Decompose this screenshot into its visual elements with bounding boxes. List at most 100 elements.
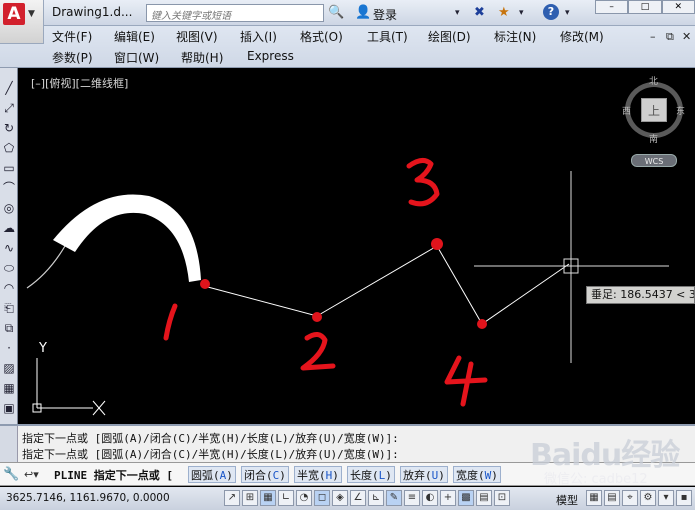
clean-screen-icon[interactable]: ▪ [676,490,692,506]
wcs-menu-button[interactable]: WCS [631,154,677,167]
command-history-line: 指定下一点或 [圆弧(A)/闭合(C)/半宽(H)/长度(L)/放弃(U)/宽度… [22,448,399,461]
lineweight-icon[interactable]: ≡ [404,490,420,506]
viewcube[interactable]: 北 南 东 西 上 WCS [617,76,689,168]
model-tab[interactable]: 模型 [556,492,578,508]
exchange-icon[interactable]: ✖ [474,4,485,22]
snap-mode-icon[interactable]: ⊞ [242,490,258,506]
ucs-icon [32,358,106,416]
menu-insert[interactable]: 插入(I) [240,28,277,45]
menu-express[interactable]: Express [247,49,294,63]
title-bar: A ▼ Drawing1.d... 键入关键字或短语 🔍 👤 登录 ▾ ✖ ★ … [0,0,695,44]
maximize-button[interactable]: □ [628,0,662,14]
command-window-grip[interactable] [0,426,18,464]
dynamic-input-tooltip: 垂足: 186.5437 < 3 [586,286,695,304]
isolate-objects-icon[interactable]: ⊡ [494,490,510,506]
revision-cloud-icon[interactable]: ☁ [1,220,17,236]
object-snap-tracking-icon[interactable]: ∠ [350,490,366,506]
point-tool-icon[interactable]: · [1,340,17,356]
annotation-2 [300,332,336,371]
menu-tools[interactable]: 工具(T) [367,28,408,45]
star-icon[interactable]: ★ [498,4,510,22]
doc-minimize-button[interactable]: – [650,30,656,43]
annotation-4 [444,355,488,407]
quick-view-drawings-icon[interactable]: ▤ [604,490,620,506]
recent-commands-icon[interactable]: ↩▾ [24,468,39,481]
watermark: Baidu经验 微信公: cadbe12 [508,430,693,490]
option-halfwidth[interactable]: 半宽(H) [294,466,342,483]
rectangle-tool-icon[interactable]: ▭ [1,160,17,176]
viewcube-west[interactable]: 西 [622,104,631,117]
menu-window[interactable]: 窗口(W) [114,49,159,66]
quick-properties-icon[interactable]: + [440,490,456,506]
chevron-down-icon[interactable]: ▾ [519,4,524,22]
region-tool-icon[interactable]: ▣ [1,400,17,416]
option-close[interactable]: 闭合(C) [241,466,289,483]
vertex-marker-4 [477,319,487,329]
grid-display-icon[interactable]: ▦ [260,490,276,506]
login-link[interactable]: 登录 [373,6,397,23]
option-length[interactable]: 长度(L) [347,466,395,483]
insert-block-icon[interactable]: ⎗ [1,300,17,316]
customize-wrench-icon[interactable]: 🔧 [3,467,19,482]
application-menu-button[interactable]: A ▼ [0,0,44,44]
construction-line-icon[interactable]: ⤢ [1,100,17,116]
menu-file[interactable]: 文件(F) [52,28,92,45]
binoculars-icon[interactable]: 🔍 [328,4,344,22]
menu-view[interactable]: 视图(V) [176,28,218,45]
menu-parametric[interactable]: 参数(P) [52,49,93,66]
coordinate-readout[interactable]: 3625.7146, 1161.9670, 0.0000 [6,492,170,504]
doc-close-button[interactable]: ✕ [682,30,691,43]
line-tool-icon[interactable]: ╱ [1,80,17,96]
quick-view-layouts-icon[interactable]: ▦ [586,490,602,506]
menu-format[interactable]: 格式(O) [300,28,343,45]
close-button[interactable]: ✕ [661,0,695,14]
option-width[interactable]: 宽度(W) [453,466,501,483]
help-icon[interactable]: ? [543,4,559,20]
menu-edit[interactable]: 编辑(E) [114,28,155,45]
viewcube-east[interactable]: 东 [676,104,685,117]
polyline-tool-icon[interactable]: ↻ [1,120,17,136]
drawing-svg: Y [26,158,669,416]
polygon-tool-icon[interactable]: ⬠ [1,140,17,156]
toolbar-lock-icon[interactable]: ▾ [658,490,674,506]
ucs-y-label: Y [38,341,47,356]
hatch-tool-icon[interactable]: ▨ [1,360,17,376]
drawing-area[interactable]: [–][俯视][二维线框] Y 北 南 东 西 上 WCS 垂足: 186.54… [19,68,695,424]
doc-restore-button[interactable]: ⧉ [666,30,674,44]
menu-draw[interactable]: 绘图(D) [428,28,471,45]
menu-dimension[interactable]: 标注(N) [494,28,536,45]
dynamic-ucs-icon[interactable]: ⊾ [368,490,384,506]
3d-osnap-icon[interactable]: ◈ [332,490,348,506]
annotation-scale-icon[interactable]: ⌖ [622,490,638,506]
polyline-segments [203,245,570,325]
search-input[interactable]: 键入关键字或短语 [146,4,324,22]
draw-toolbar: ╱ ⤢ ↻ ⬠ ▭ ⌒ ◎ ☁ ∿ ⬭ ◠ ⎗ ⧉ · ▨ ▦ ▣ [0,68,18,424]
ellipse-tool-icon[interactable]: ⬭ [1,260,17,276]
user-icon[interactable]: 👤 [355,4,371,22]
dynamic-input-icon[interactable]: ✎ [386,490,402,506]
ortho-mode-icon[interactable]: ∟ [278,490,294,506]
gradient-tool-icon[interactable]: ▦ [1,380,17,396]
object-snap-icon[interactable]: ◻ [314,490,330,506]
infer-constraints-icon[interactable]: ↗ [224,490,240,506]
option-arc[interactable]: 圆弧(A) [188,466,236,483]
menu-modify[interactable]: 修改(M) [560,28,604,45]
chevron-down-icon[interactable]: ▾ [565,4,570,22]
selection-cycling-icon[interactable]: ▩ [458,490,474,506]
polar-tracking-icon[interactable]: ◔ [296,490,312,506]
menu-help[interactable]: 帮助(H) [181,49,223,66]
option-undo[interactable]: 放弃(U) [400,466,448,483]
make-block-icon[interactable]: ⧉ [1,320,17,336]
minimize-button[interactable]: – [595,0,629,14]
ellipse-arc-icon[interactable]: ◠ [1,280,17,296]
circle-tool-icon[interactable]: ◎ [1,200,17,216]
viewcube-top-face[interactable]: 上 [641,98,667,122]
viewcube-south[interactable]: 南 [649,132,658,145]
workspace-switch-icon[interactable]: ⚙ [640,490,656,506]
arc-tool-icon[interactable]: ⌒ [1,180,17,196]
viewcube-north[interactable]: 北 [649,74,658,87]
transparency-icon[interactable]: ◐ [422,490,438,506]
annotation-monitor-icon[interactable]: ▤ [476,490,492,506]
spline-tool-icon[interactable]: ∿ [1,240,17,256]
chevron-down-icon[interactable]: ▾ [455,4,460,22]
